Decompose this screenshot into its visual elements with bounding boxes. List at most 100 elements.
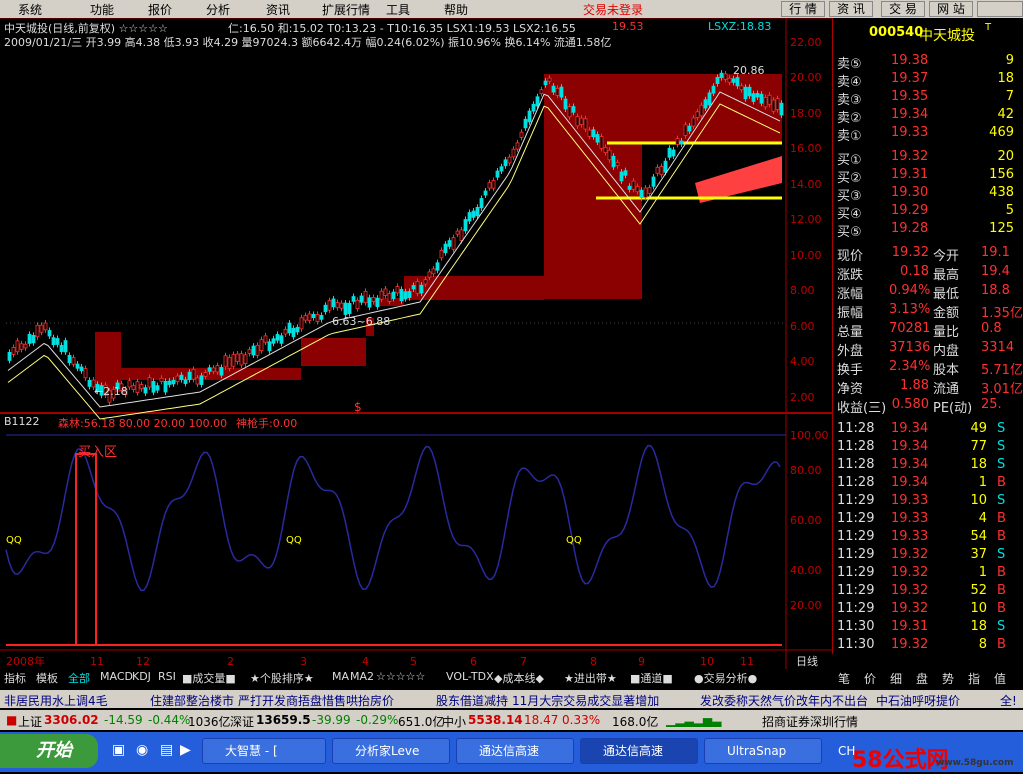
start-button[interactable]: 开始: [0, 734, 98, 768]
candle-body: [295, 326, 300, 333]
chart-tab[interactable]: ★个股排序★: [250, 670, 314, 686]
candle-body: [759, 93, 764, 104]
menu-system[interactable]: 系统: [18, 1, 42, 18]
bid-row[interactable]: 买⑤ 19.28 125: [833, 220, 1023, 240]
chart-tab[interactable]: ■成交量■: [182, 670, 236, 686]
news-item[interactable]: 非居民用水上调4毛: [4, 692, 108, 708]
desktop-icon[interactable]: ▤: [160, 742, 173, 758]
quote-tab[interactable]: 价: [864, 670, 876, 687]
chart-tab[interactable]: RSI: [158, 670, 176, 683]
taskbar-tdx-2[interactable]: 通达信高速: [580, 738, 698, 764]
tick-side: S: [997, 439, 1006, 454]
news-item[interactable]: 住建部整治楼市: [150, 692, 234, 708]
quote-tab[interactable]: 笔: [838, 670, 850, 687]
quote-tab[interactable]: 值: [994, 670, 1006, 687]
ask-row[interactable]: 卖② 19.34 42: [833, 106, 1023, 126]
sh-index-value: 3306.02: [44, 713, 99, 727]
news-item[interactable]: 全!: [1000, 692, 1017, 708]
menu-help[interactable]: 帮助: [444, 1, 468, 18]
tick-row: 11:28 19.34 1 B: [833, 474, 1023, 492]
quote-tab[interactable]: 细: [890, 670, 902, 687]
menu-analysis[interactable]: 分析: [206, 1, 230, 18]
quote-tab[interactable]: 指: [968, 670, 980, 687]
trade-login-status[interactable]: 交易未登录: [583, 1, 643, 18]
candle-body: [167, 380, 172, 385]
news-item[interactable]: 股东借道减持: [436, 692, 508, 708]
kline-chart-area[interactable]: 22.00 20.00 18.00 16.00 14.00 12.00 10.0…: [0, 18, 832, 669]
bid-row[interactable]: 买③ 19.30 438: [833, 184, 1023, 204]
menu-quote[interactable]: 报价: [148, 1, 172, 18]
chart-tab[interactable]: VOL-TDX: [446, 670, 494, 683]
candle-body: [775, 98, 780, 110]
tick-time: 11:29: [837, 565, 875, 580]
ask-row[interactable]: 卖① 19.33 469: [833, 124, 1023, 144]
candle-body: [455, 230, 460, 235]
chart-tab[interactable]: ★进出带★: [564, 670, 617, 686]
candle-body: [203, 372, 208, 377]
nav-info-button[interactable]: 资 讯: [829, 1, 873, 17]
taskbar-ultrasnap[interactable]: UltraSnap: [704, 738, 822, 764]
chart-tab[interactable]: 全部: [68, 670, 90, 686]
candle-body: [591, 129, 596, 138]
candle-body: [619, 171, 624, 182]
ask-row[interactable]: 卖④ 19.37 18: [833, 70, 1023, 90]
quote-tab[interactable]: 盘: [916, 670, 928, 687]
news-item[interactable]: 严打开发商捂盘惜售哄抬房价: [238, 692, 394, 708]
chart-tab[interactable]: ◆成本线◆: [494, 670, 544, 686]
chart-tab[interactable]: MACD: [100, 670, 133, 683]
tick-volume: 37: [970, 547, 987, 562]
nav-trade-button[interactable]: 交 易: [881, 1, 925, 17]
candle-body: [771, 99, 776, 112]
ask-row[interactable]: 卖③ 19.35 7: [833, 88, 1023, 108]
ask-volume: 18: [997, 71, 1014, 86]
indicator-name[interactable]: B1122: [4, 415, 40, 428]
nav-extra-button[interactable]: [977, 1, 1023, 17]
chart-tab[interactable]: ■通道■: [630, 670, 673, 686]
chart-tab[interactable]: 模板: [36, 670, 58, 686]
sz-index-label[interactable]: 深证: [230, 713, 254, 730]
media-icon[interactable]: ▶: [180, 742, 191, 758]
news-item[interactable]: 中石油呼呀提价: [876, 692, 960, 708]
candle-body: [351, 296, 356, 302]
tick-side: S: [997, 457, 1006, 472]
nav-quote-button[interactable]: 行 情: [781, 1, 825, 17]
ie-icon[interactable]: ◉: [136, 742, 148, 758]
ask-row[interactable]: 卖⑤ 19.38 9: [833, 52, 1023, 72]
chart-tab[interactable]: ●交易分析●: [694, 670, 757, 686]
quote-tab[interactable]: 势: [942, 670, 954, 687]
candle-body: [199, 375, 204, 385]
news-item[interactable]: 11月大宗交易成交显著增加: [512, 692, 659, 708]
quicklaunch-icon[interactable]: ▣: [112, 742, 125, 758]
menu-function[interactable]: 功能: [90, 1, 114, 18]
tick-row: 11:29 19.32 52 B: [833, 582, 1023, 600]
taskbar-fenxijia[interactable]: 分析家Leve: [332, 738, 450, 764]
ind-tick: 40.00: [790, 564, 822, 577]
chart-canvas[interactable]: 22.00 20.00 18.00 16.00 14.00 12.00 10.0…: [0, 18, 832, 669]
taskbar-dazhihui[interactable]: 大智慧 - [: [202, 738, 326, 764]
news-item[interactable]: 发改委称天然气价改年内不出台: [700, 692, 868, 708]
bid-row[interactable]: 买① 19.32 20: [833, 148, 1023, 168]
chart-tab[interactable]: MA: [332, 670, 349, 683]
bid-row[interactable]: 买④ 19.29 5: [833, 202, 1023, 222]
candle-body: [291, 327, 296, 338]
stat-row: 总量 70281 量比 0.8: [833, 320, 1023, 340]
menu-ext-quote[interactable]: 扩展行情: [322, 1, 370, 18]
menu-news[interactable]: 资讯: [266, 1, 290, 18]
zx-index-label[interactable]: 中小: [442, 713, 466, 730]
bid-row[interactable]: 买② 19.31 156: [833, 166, 1023, 186]
ma-last-value: 19.53: [612, 20, 644, 33]
sh-index-label[interactable]: 上证: [18, 713, 42, 730]
chart-tab[interactable]: MA2: [350, 670, 374, 683]
candle-body: [211, 367, 216, 372]
menu-tools[interactable]: 工具: [386, 1, 410, 18]
chart-tab[interactable]: 指标: [4, 670, 26, 686]
nav-site-button[interactable]: 网 站: [929, 1, 973, 17]
candle-body: [719, 72, 724, 79]
candle-body: [43, 322, 48, 331]
stat-key: 外盘: [837, 344, 864, 359]
candle-body: [447, 240, 452, 247]
taskbar-tdx-1[interactable]: 通达信高速: [456, 738, 574, 764]
chart-tab[interactable]: KDJ: [132, 670, 151, 683]
chart-tab[interactable]: ☆☆☆☆☆: [376, 670, 425, 683]
broker-label[interactable]: 招商证券深圳行情: [762, 713, 858, 730]
